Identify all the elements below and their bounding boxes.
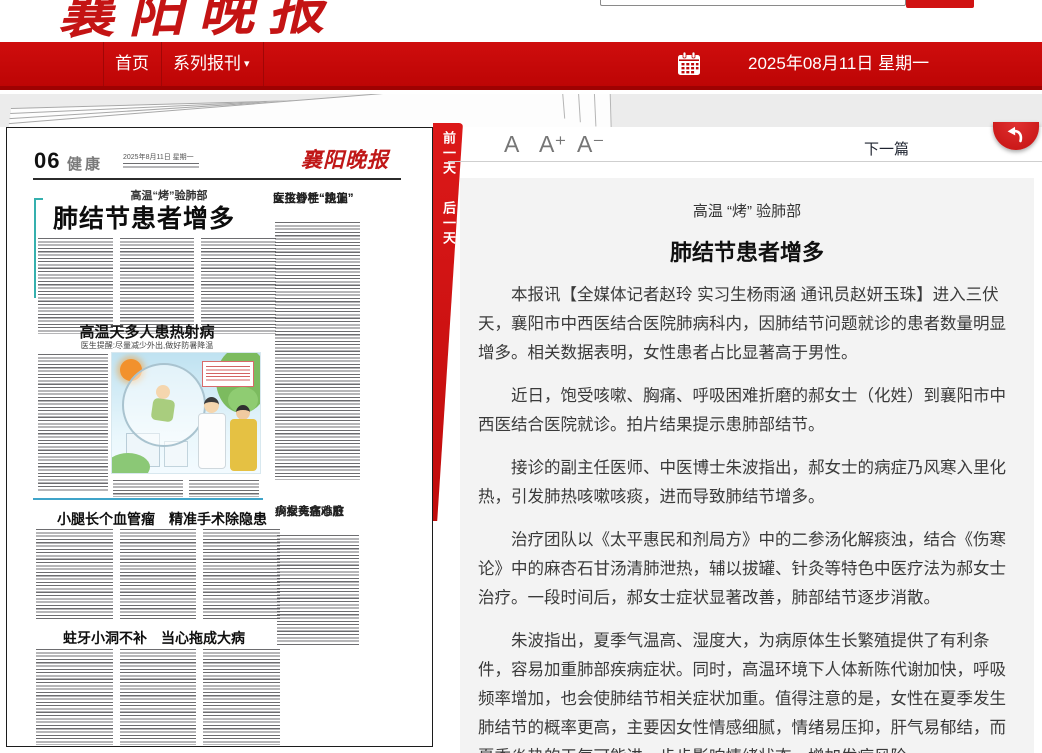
epaper-screen: 襄阳晚报 首页 系列报刊▾ 2025年08月11日 星期一 [0, 0, 1042, 753]
patient-figure [151, 398, 176, 423]
doctor-figure [204, 397, 219, 413]
chevron-down-icon: ▾ [244, 58, 250, 70]
day-nav-ribbon: 前一天 后一天 [433, 123, 463, 521]
newspaper-page-image[interactable]: 06 健康 2025年8月11日 星期一 襄阳晚报 高温“烤”验肺部 肺结节患者… [6, 127, 433, 747]
doctor-figure [198, 413, 226, 469]
calendar-icon[interactable] [676, 51, 702, 77]
bottom-article1-body [36, 529, 280, 621]
middle-article-subtitle: 医生提醒:尽量减少外出,做好防暑降温 [57, 340, 237, 351]
middle-article-headline: 高温天多人患热射病 [65, 321, 229, 342]
article-paragraph: 接诊的副主任医师、中医博士朱波指出，郝女士的病症乃风寒入里化热，引发肺热咳嗽咳痰… [478, 454, 1016, 512]
main-nav: 首页 系列报刊▾ 2025年08月11日 星期一 [0, 42, 1042, 90]
bottom-article2-headline: 蛀牙小洞不补 当心拖成大病 [63, 628, 233, 648]
cartoon-caption [189, 480, 259, 497]
article-title: 肺结节患者增多 [478, 235, 1016, 267]
header-rule [33, 178, 401, 180]
section-name: 健康 [67, 153, 103, 174]
bottom-article1-headline: 小腿长个血管瘤 精准手术除隐患 [57, 509, 239, 529]
next-article-link[interactable]: 下一篇 [864, 138, 909, 159]
site-logo[interactable]: 襄阳晚报 [57, 0, 338, 42]
current-date: 2025年08月11日 星期一 [748, 42, 929, 86]
bystander-figure [236, 405, 250, 420]
page-date-line: 2025年8月11日 星期一 [123, 152, 194, 162]
font-size-normal-button[interactable]: A [504, 131, 519, 158]
search-button[interactable] [906, 0, 974, 8]
article-paragraph: 治疗团队以《太平惠民和剂局方》中的二参汤化解痰浊，结合《伤寒论》中的麻杏石甘汤清… [478, 526, 1016, 613]
article-paragraph: 近日，饱受咳嗽、胸痛、呼吸困难折磨的郝女士（化姓）到襄阳市中西医结合医院就诊。拍… [478, 382, 1016, 440]
article-paragraph: 朱波指出，夏季气温高、湿度大，为病原体生长繁殖提供了有利条件，容易加重肺部疾病症… [478, 627, 1016, 753]
font-size-increase-button[interactable]: A⁺ [539, 131, 566, 158]
prev-day-tab[interactable]: 前一天 [439, 131, 458, 176]
nav-item-home[interactable]: 首页 [115, 42, 149, 86]
heatstroke-cartoon [111, 352, 261, 474]
page-credits-placeholder [123, 163, 199, 168]
nav-divider [263, 42, 264, 86]
page-number: 06 [34, 148, 60, 174]
nav-divider [103, 42, 104, 86]
back-button[interactable] [993, 122, 1039, 150]
article-kicker: 高温 “烤” 验肺部 [478, 200, 1016, 221]
bottom-article2-body [36, 649, 280, 745]
article-panel: 高温 “烤” 验肺部 肺结节患者增多 本报讯【全媒体记者赵玲 实习生杨雨涵 通讯… [460, 178, 1034, 753]
fanned-pages [0, 94, 660, 127]
main-article-headline: 肺结节患者增多 [41, 199, 247, 235]
site-header: 襄阳晚报 [0, 0, 1042, 42]
newspaper-masthead: 襄阳晚报 [301, 144, 389, 174]
patient-figure [156, 385, 170, 399]
right-article-body [275, 222, 360, 480]
search-input[interactable] [600, 0, 906, 6]
middle-article-body [38, 354, 108, 492]
section-divider [33, 498, 263, 500]
right-article2-body [277, 535, 359, 647]
back-arrow-icon [1004, 123, 1028, 147]
toolbar-divider [448, 161, 1042, 162]
cartoon-caption [113, 480, 183, 497]
speech-box [202, 361, 254, 387]
nav-item-series[interactable]: 系列报刊▾ [173, 42, 250, 86]
article-paragraph: 本报讯【全媒体记者赵玲 实习生杨雨涵 通讯员赵妍玉珠】进入三伏天，襄阳市中西医结… [478, 281, 1016, 368]
bystander-figure [230, 419, 257, 471]
nav-divider [161, 42, 162, 86]
main-article-body [38, 238, 276, 334]
font-size-decrease-button[interactable]: A⁻ [577, 131, 604, 158]
next-day-tab[interactable]: 后一天 [439, 201, 458, 246]
